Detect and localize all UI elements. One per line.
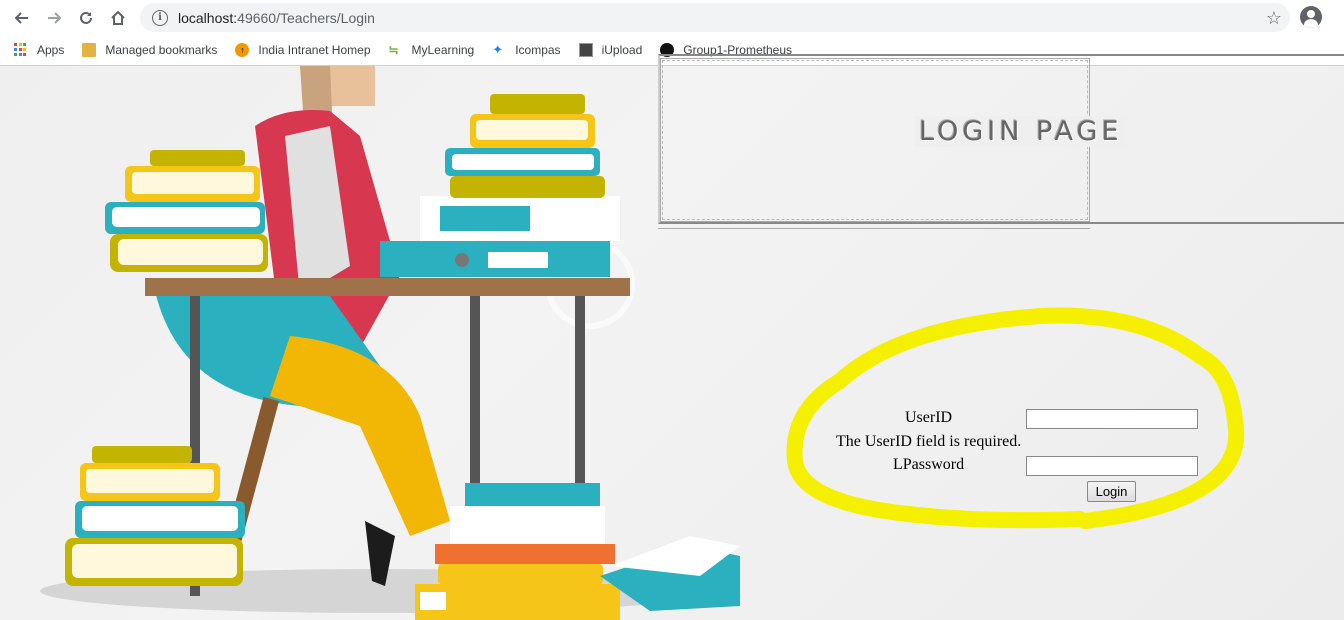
url-path: 49660/Teachers/Login xyxy=(237,9,375,26)
background-illustration xyxy=(40,66,740,620)
bookmark-label: MyLearning xyxy=(411,43,475,57)
bookmark-icompas[interactable]: ✦ Icompas xyxy=(492,42,561,58)
back-arrow-icon xyxy=(14,11,28,24)
book-stack-bottom-right-icon xyxy=(415,483,740,620)
back-button[interactable] xyxy=(6,2,38,34)
bookmark-label: Managed bookmarks xyxy=(105,43,218,57)
folder-icon xyxy=(82,43,97,57)
password-input[interactable] xyxy=(1026,456,1198,476)
browser-toolbar: i localhost:49660/Teachers/Login ☆ xyxy=(0,0,1344,35)
india-intranet-icon: ↑ xyxy=(235,43,250,57)
password-label: LPassword xyxy=(893,456,965,473)
mylearning-icon: ≒ xyxy=(388,43,399,57)
home-icon xyxy=(111,10,125,25)
reload-button[interactable] xyxy=(70,2,102,34)
login-page-title: LOGIN PAGE xyxy=(915,116,1127,147)
address-bar[interactable]: i localhost:49660/Teachers/Login ☆ xyxy=(140,3,1290,32)
book-stack-bottom-left-icon xyxy=(65,446,245,586)
url-host: localhost: xyxy=(178,9,238,26)
bookmark-apps[interactable]: Apps xyxy=(14,43,64,57)
login-underline xyxy=(658,228,1090,229)
forward-arrow-icon xyxy=(48,11,62,24)
reload-icon xyxy=(80,11,92,24)
desk-binders-icon xyxy=(380,196,620,277)
profile-avatar-icon[interactable] xyxy=(1300,6,1322,28)
userid-label: UserID xyxy=(905,409,953,426)
bookmark-india-intranet[interactable]: ↑ India Intranet Homep xyxy=(235,43,371,57)
bookmark-label: Apps xyxy=(37,43,65,57)
iupload-icon xyxy=(578,43,593,57)
bookmark-iupload[interactable]: iUpload xyxy=(578,43,643,57)
userid-error-message: The UserID field is required. xyxy=(836,433,1022,450)
apps-grid-icon xyxy=(14,43,28,57)
bookmark-mylearning[interactable]: ≒ MyLearning xyxy=(389,43,475,57)
icompas-icon: ✦ xyxy=(492,42,504,57)
bookmark-star-icon[interactable]: ☆ xyxy=(1266,8,1282,29)
userid-input[interactable] xyxy=(1026,409,1198,429)
book-stack-left-top-icon xyxy=(105,150,268,272)
book-stack-desk-icon xyxy=(445,94,605,198)
site-info-icon[interactable]: i xyxy=(152,9,168,26)
bookmark-label: India Intranet Homep xyxy=(258,43,371,57)
bookmark-managed[interactable]: Managed bookmarks xyxy=(82,43,217,57)
forward-button[interactable] xyxy=(38,2,70,34)
bookmark-label: iUpload xyxy=(601,43,643,57)
login-button[interactable]: Login xyxy=(1087,481,1136,502)
home-button[interactable] xyxy=(102,2,134,34)
url-text: localhost:49660/Teachers/Login xyxy=(178,10,375,26)
bookmark-label: Icompas xyxy=(515,43,561,57)
